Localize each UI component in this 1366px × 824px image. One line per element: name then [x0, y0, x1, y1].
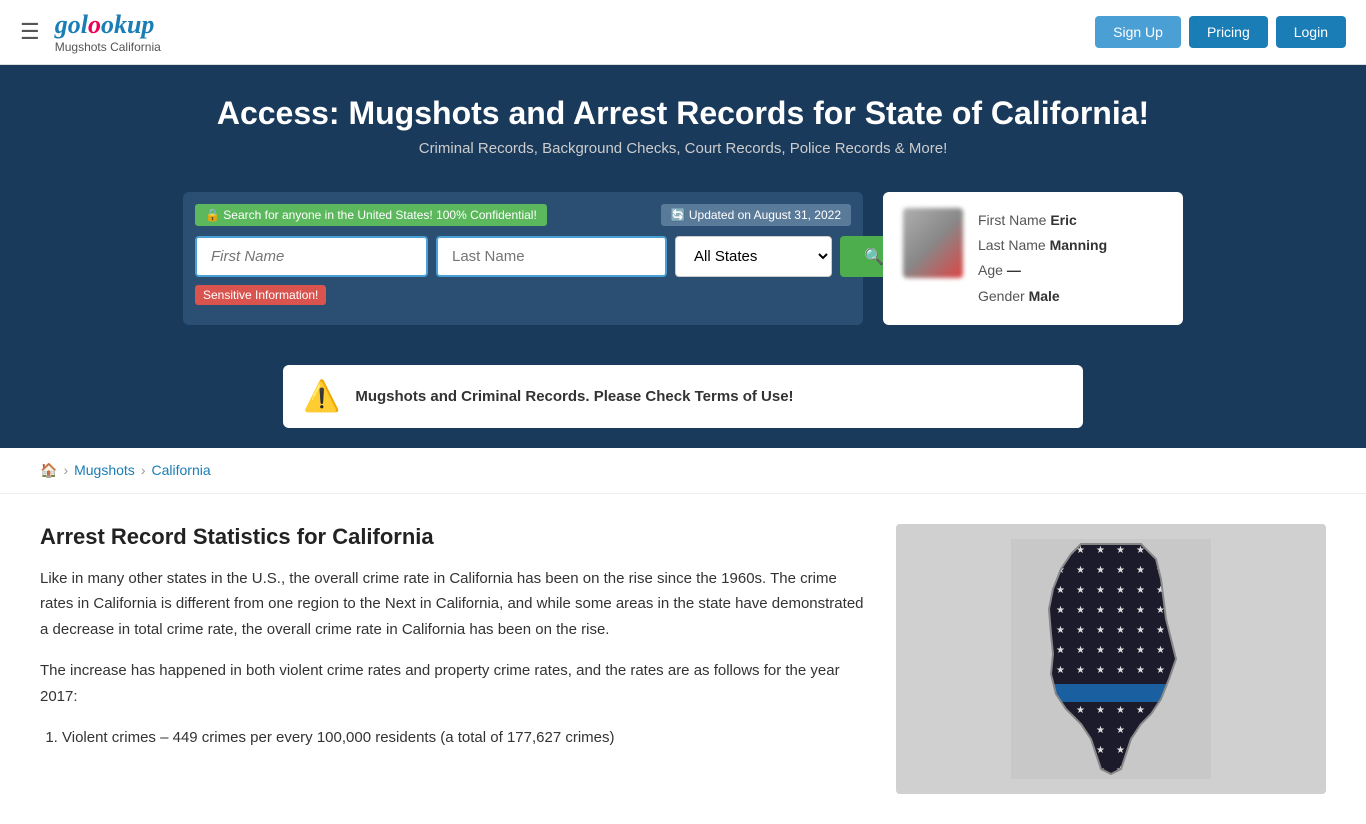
pricing-button[interactable]: Pricing [1189, 16, 1268, 48]
last-name-value: Manning [1050, 237, 1108, 253]
search-fields: All StatesAlabamaAlaskaArizonaArkansasCa… [195, 236, 851, 277]
logo-subtitle: Mugshots California [55, 40, 161, 54]
alert-inner: ⚠️ Mugshots and Criminal Records. Please… [283, 365, 1083, 428]
header-right: Sign Up Pricing Login [1095, 16, 1346, 48]
state-select[interactable]: All StatesAlabamaAlaskaArizonaArkansasCa… [675, 236, 832, 277]
california-svg: ★ [1001, 539, 1221, 779]
hero-subheading: Criminal Records, Background Checks, Cou… [20, 140, 1346, 157]
gender-label: Gender [978, 288, 1025, 304]
age-value: — [1007, 262, 1021, 278]
header: ☰ golookup Mugshots California Sign Up P… [0, 0, 1366, 65]
gender-value: Male [1029, 288, 1060, 304]
sensitive-label: Sensitive Information! [195, 285, 326, 305]
updated-badge: 🔄 Updated on August 31, 2022 [661, 204, 851, 226]
hero-heading: Access: Mugshots and Arrest Records for … [20, 95, 1346, 132]
last-name-input[interactable] [436, 236, 667, 277]
content-paragraph-1: Like in many other states in the U.S., t… [40, 566, 866, 643]
profile-gender: Gender Male [978, 284, 1107, 309]
avatar [903, 208, 963, 278]
sensitive-badge: Sensitive Information! [195, 285, 851, 305]
breadcrumb: 🏠 › Mugshots › California [0, 448, 1366, 494]
age-label: Age [978, 262, 1003, 278]
breadcrumb-home[interactable]: 🏠 [40, 462, 57, 479]
last-name-label: Last Name [978, 237, 1046, 253]
profile-first-name: First Name Eric [978, 208, 1107, 233]
separator-2: › [141, 462, 146, 478]
first-name-input[interactable] [195, 236, 428, 277]
hero-banner: Access: Mugshots and Arrest Records for … [0, 65, 1366, 182]
california-image: ★ [896, 524, 1326, 794]
search-section: 🔒 Search for anyone in the United States… [0, 182, 1366, 355]
content-text: Arrest Record Statistics for California … [40, 524, 866, 794]
profile-info: First Name Eric Last Name Manning Age — … [978, 208, 1107, 309]
list-item-1: Violent crimes – 449 crimes per every 10… [62, 725, 866, 751]
first-name-value: Eric [1050, 212, 1076, 228]
profile-card: First Name Eric Last Name Manning Age — … [883, 192, 1183, 325]
logo-text: golookup [55, 10, 161, 40]
first-name-label: First Name [978, 212, 1046, 228]
warning-icon: ⚠️ [303, 379, 340, 414]
separator-1: › [63, 462, 68, 478]
search-box: 🔒 Search for anyone in the United States… [183, 192, 863, 325]
content-paragraph-2: The increase has happened in both violen… [40, 658, 866, 709]
header-left: ☰ golookup Mugshots California [20, 10, 161, 54]
hamburger-icon[interactable]: ☰ [20, 19, 40, 45]
list-item-1-text: Violent crimes – 449 crimes per every 10… [62, 729, 615, 746]
profile-last-name: Last Name Manning [978, 233, 1107, 258]
content-title: Arrest Record Statistics for California [40, 524, 866, 550]
alert-text: Mugshots and Criminal Records. Please Ch… [355, 388, 793, 405]
breadcrumb-mugshots[interactable]: Mugshots [74, 462, 135, 478]
logo: golookup Mugshots California [55, 10, 161, 54]
content-area: Arrest Record Statistics for California … [0, 494, 1366, 824]
profile-age: Age — [978, 258, 1107, 283]
alert-bar: ⚠️ Mugshots and Criminal Records. Please… [0, 355, 1366, 448]
signup-button[interactable]: Sign Up [1095, 16, 1181, 48]
california-map: ★ [896, 524, 1326, 794]
breadcrumb-current: California [151, 462, 210, 478]
search-top-bar: 🔒 Search for anyone in the United States… [195, 204, 851, 226]
login-button[interactable]: Login [1276, 16, 1346, 48]
content-list: Violent crimes – 449 crimes per every 10… [40, 725, 866, 751]
confidential-badge: 🔒 Search for anyone in the United States… [195, 204, 547, 226]
